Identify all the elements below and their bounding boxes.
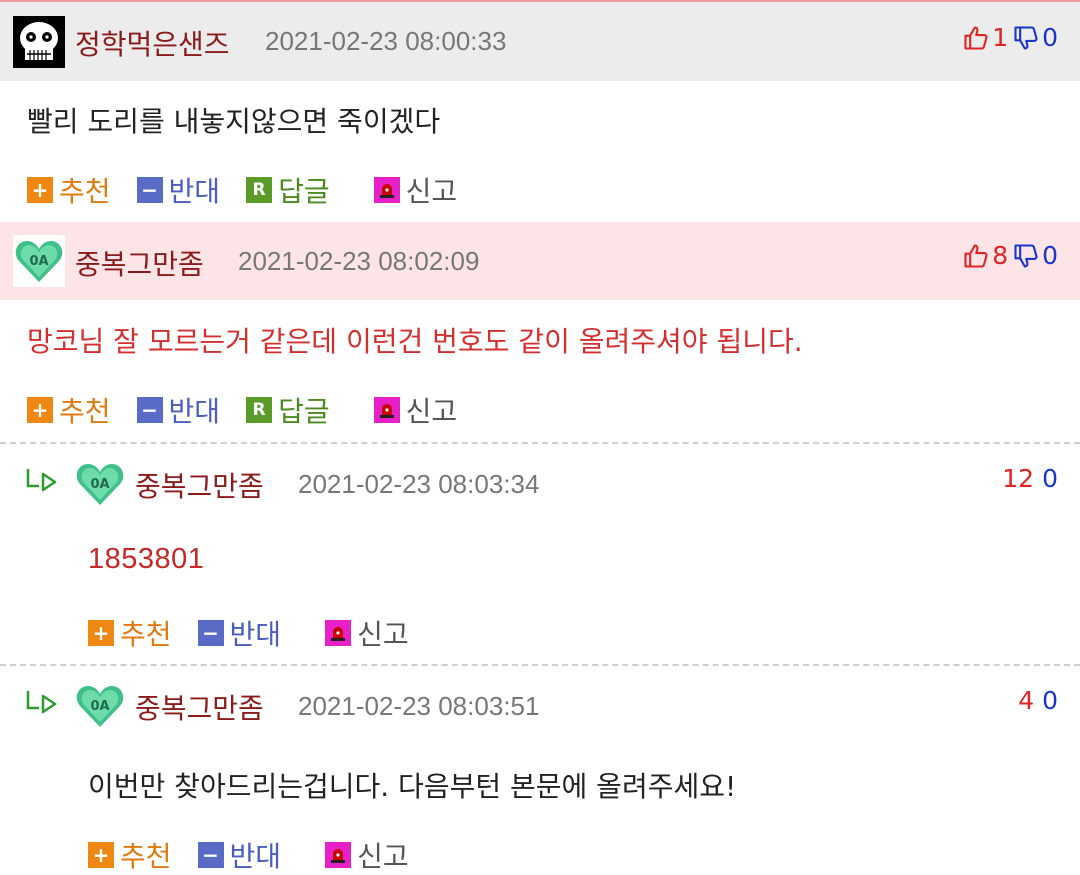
plus-icon: +	[27, 177, 53, 203]
plus-icon: +	[88, 842, 114, 868]
report-button[interactable]: 신고	[325, 613, 409, 653]
comment-header: 0A 중복그만좀 2021-02-23 08:02:09 8 0	[0, 222, 1080, 300]
upvote-count: 4	[1018, 686, 1035, 715]
minus-icon: −	[197, 620, 224, 646]
thumbs-up-icon	[964, 243, 988, 268]
report-button[interactable]: 신고	[325, 835, 409, 875]
svg-text:0A: 0A	[90, 477, 109, 492]
comment-actions: + 추천 − 반대 R 답글 신고	[27, 170, 483, 210]
comment-date: 2021-02-23 08:03:34	[298, 469, 540, 499]
recommend-button[interactable]: + 추천	[27, 390, 111, 430]
comment-text: 1853801	[88, 543, 205, 575]
reply-button[interactable]: R 답글	[246, 390, 330, 430]
reply-arrow-icon	[26, 691, 57, 714]
comment-actions: + 추천 − 반대 신고	[88, 835, 435, 875]
siren-icon	[373, 177, 400, 203]
downvote-count: 0	[1042, 23, 1058, 52]
siren-icon	[373, 397, 400, 423]
plus-icon: +	[27, 397, 53, 423]
comment-text: 빨리 도리를 내놓지않으면 죽이겠다	[27, 105, 441, 138]
thumbs-down-icon	[1014, 25, 1038, 50]
comment-text: 망코님 잘 모르는거 같은데 이런건 번호도 같이 올려주셔야 됩니다.	[27, 325, 803, 358]
svg-text:0A: 0A	[90, 699, 109, 714]
recommend-button[interactable]: + 추천	[88, 613, 172, 653]
comment-divider	[0, 664, 1080, 666]
heart-avatar-icon[interactable]: 0A	[74, 680, 126, 732]
report-button[interactable]: 신고	[373, 170, 457, 210]
vote-counts: 4 0	[1018, 686, 1058, 715]
comment-date: 2021-02-23 08:00:33	[265, 26, 507, 56]
downvote-count: 0	[1042, 464, 1058, 493]
siren-icon	[325, 620, 352, 646]
comment-date: 2021-02-23 08:03:51	[298, 691, 540, 721]
author-nick[interactable]: 중복그만좀	[135, 465, 264, 505]
author-nick[interactable]: 중복그만좀	[75, 243, 204, 283]
upvote-count: 12	[1002, 464, 1035, 493]
recommend-button[interactable]: + 추천	[27, 170, 111, 210]
upvote-count: 1	[992, 23, 1009, 52]
author-nick[interactable]: 정학먹은샌즈	[75, 23, 230, 63]
reply-arrow-icon	[26, 469, 57, 492]
recommend-button[interactable]: + 추천	[88, 835, 172, 875]
downvote-count: 0	[1042, 686, 1058, 715]
oppose-button[interactable]: − 반대	[197, 835, 281, 875]
oppose-button[interactable]: − 반대	[197, 613, 281, 653]
minus-icon: −	[197, 842, 224, 868]
vote-counts: 8 0	[962, 241, 1058, 270]
report-button[interactable]: 신고	[373, 390, 457, 430]
comment-divider	[0, 442, 1080, 444]
minus-icon: −	[136, 397, 163, 423]
reply-button[interactable]: R 답글	[246, 170, 330, 210]
heart-avatar-icon[interactable]: 0A	[13, 235, 65, 287]
comment-header: 정학먹은샌즈 2021-02-23 08:00:33 1 0	[0, 2, 1080, 81]
heart-avatar-icon[interactable]: 0A	[74, 458, 126, 510]
comment-date: 2021-02-23 08:02:09	[238, 246, 480, 276]
skull-avatar-icon[interactable]	[13, 16, 65, 68]
reply-icon: R	[246, 177, 273, 203]
reply-icon: R	[246, 397, 273, 423]
upvote-count: 8	[992, 241, 1009, 270]
author-nick[interactable]: 중복그만좀	[135, 687, 264, 727]
siren-icon	[325, 842, 352, 868]
thumbs-up-icon	[964, 25, 988, 50]
downvote-count: 0	[1042, 241, 1058, 270]
vote-counts: 1 0	[962, 23, 1058, 52]
oppose-button[interactable]: − 반대	[136, 390, 220, 430]
minus-icon: −	[136, 177, 163, 203]
comment-text: 이번만 찾아드리는겁니다. 다음부턴 본문에 올려주세요!	[88, 770, 737, 803]
comment-actions: + 추천 − 반대 신고	[88, 613, 435, 653]
comment-actions: + 추천 − 반대 R 답글 신고	[27, 390, 483, 430]
svg-text:0A: 0A	[29, 254, 48, 269]
thumbs-down-icon	[1014, 243, 1038, 268]
vote-counts: 12 0	[1002, 464, 1058, 493]
plus-icon: +	[88, 620, 114, 646]
oppose-button[interactable]: − 반대	[136, 170, 220, 210]
